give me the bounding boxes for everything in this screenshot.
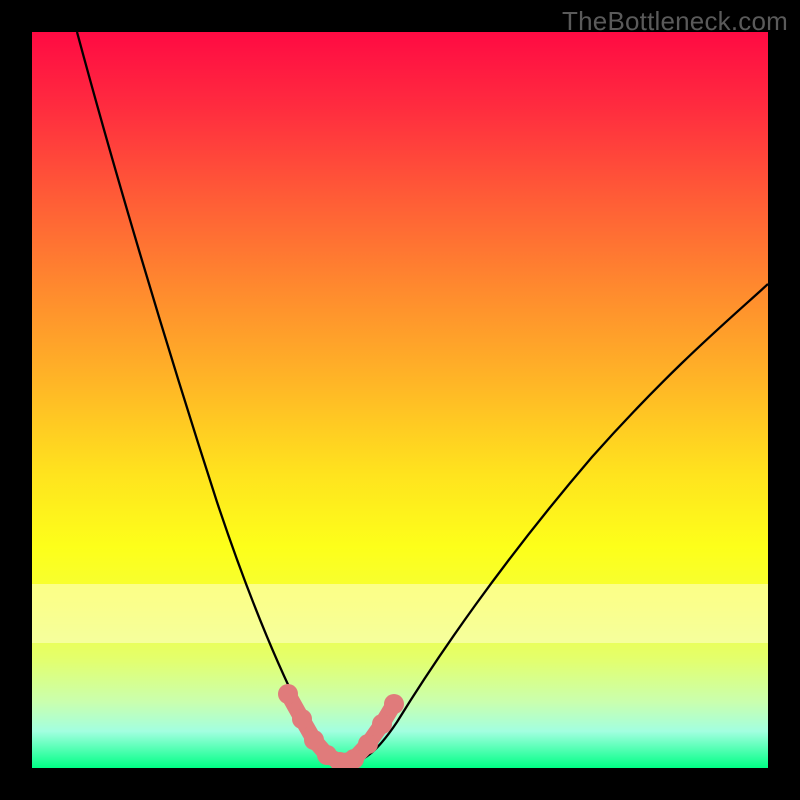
optimal-zone-point xyxy=(372,714,392,734)
optimal-zone-point xyxy=(292,709,312,729)
chart-svg xyxy=(32,32,768,768)
chart-frame: TheBottleneck.com xyxy=(0,0,800,800)
left-curve xyxy=(77,32,342,765)
optimal-zone-point xyxy=(358,734,378,754)
plot-area xyxy=(32,32,768,768)
optimal-zone-point xyxy=(278,684,298,704)
right-curve xyxy=(342,284,768,765)
optimal-zone-point xyxy=(384,694,404,714)
